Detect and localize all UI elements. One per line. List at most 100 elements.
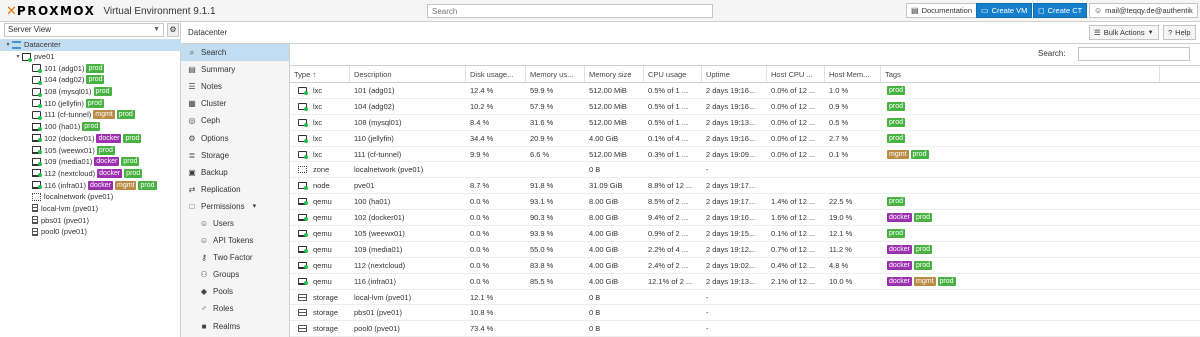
menu-item-users[interactable]: ☺ Users <box>181 215 289 232</box>
cell-hmem: 4.8 % <box>829 260 849 270</box>
user-icon: ☺ <box>199 218 209 228</box>
content-header: Datacenter ☰ Bulk Actions ▼ ? Help <box>181 22 1200 44</box>
chevron-down-icon[interactable]: ▾ <box>253 202 257 210</box>
tree-item[interactable]: pbs01 (pve01) <box>0 214 181 226</box>
tree-item[interactable]: 116 (infra01) docker mgmt prod <box>0 179 181 191</box>
menu-item-summary[interactable]: ▤ Summary <box>181 61 289 78</box>
menu-item-notes[interactable]: ☰ Notes <box>181 78 289 95</box>
network-zone-icon <box>32 192 41 201</box>
cell-uptime: 2 days 19:17... <box>706 197 756 207</box>
resource-tree-panel: Server View ▼ ⚙ ▾ Datacenter ▾ pve01 101 (ad… <box>0 22 181 337</box>
table-row[interactable]: lxc 111 (cf-tunnel) 9.9 % 6.6 % 512.00 MiB 0.… <box>290 147 1200 163</box>
cell-disk: 10.8 % <box>470 308 494 318</box>
cell-disk: 0.0 % <box>470 276 490 286</box>
tree-item[interactable]: ▾ Datacenter <box>0 39 181 51</box>
documentation-button[interactable]: ▤ Documentation <box>906 3 978 18</box>
menu-item-label: Two Factor <box>213 253 253 263</box>
table-row[interactable]: zone localnetwork (pve01) 0 B - <box>290 162 1200 179</box>
table-row[interactable]: lxc 108 (mysql01) 8.4 % 31.6 % 512.00 MiB 0.5… <box>290 115 1200 131</box>
tree-item[interactable]: ▾ pve01 <box>0 51 181 63</box>
menu-item-storage[interactable]: ≣ Storage <box>181 147 289 164</box>
menu-item-roles[interactable]: ♂ Roles <box>181 300 289 317</box>
tree-item[interactable]: 110 (jellyfin) prod <box>0 97 181 109</box>
tree-item[interactable]: 102 (docker01) docker prod <box>0 133 181 145</box>
column-header[interactable]: Tags <box>881 66 1160 82</box>
column-header[interactable]: Memory us... <box>526 66 585 82</box>
menu-item-replication[interactable]: ⇄ Replication <box>181 181 289 198</box>
table-row[interactable]: lxc 110 (jellyfin) 34.4 % 20.9 % 4.00 GiB 0.1… <box>290 131 1200 147</box>
table-row[interactable]: storage local-lvm (pve01) 12.1 % 0 B - <box>290 290 1200 306</box>
column-header[interactable]: Disk usage... <box>466 66 526 82</box>
menu-item-label: Summary <box>201 65 236 75</box>
table-row[interactable]: storage pool0 (pve01) 73.4 % 0 B - <box>290 321 1200 337</box>
tree-item[interactable]: pool0 (pve01) <box>0 226 181 238</box>
cell-desc: pool0 (pve01) <box>354 324 400 334</box>
tree-item[interactable]: 109 (media01) docker prod <box>0 156 181 168</box>
create-ct-button[interactable]: ◻ Create CT <box>1033 3 1088 18</box>
table-row[interactable]: lxc 104 (adg02) 10.2 % 57.9 % 512.00 MiB 0.5%… <box>290 99 1200 115</box>
menu-item-label: Realms <box>213 321 241 331</box>
create-vm-button[interactable]: ▭ Create VM <box>976 3 1033 18</box>
desktop-icon: ▭ <box>981 6 989 15</box>
tree-item[interactable]: 100 (ha01) prod <box>0 121 181 133</box>
user-tag-icon: ☺ <box>199 236 209 246</box>
collapse-icon[interactable]: ▾ <box>4 41 12 48</box>
column-header[interactable]: Type ↑ <box>290 66 350 82</box>
menu-item-cluster[interactable]: ▦ Cluster <box>181 95 289 112</box>
tag-docker: docker <box>96 133 122 143</box>
search-input[interactable] <box>1078 47 1190 61</box>
column-header[interactable]: Description <box>350 66 466 82</box>
cell-mem: 20.9 % <box>530 133 554 143</box>
tree-item[interactable]: 111 (cf-tunnel) mgmt prod <box>0 109 181 121</box>
cell-hmem <box>825 305 881 320</box>
global-search-input[interactable] <box>427 4 713 18</box>
table-row[interactable]: qemu 112 (nextcloud) 0.0 % 83.8 % 4.00 GiB 2.… <box>290 258 1200 274</box>
tree-item[interactable]: localnetwork (pve01) <box>0 191 181 203</box>
table-row[interactable]: node pve01 8.7 % 91.8 % 31.09 GiB 8.8% of 12 … <box>290 178 1200 195</box>
cell-memsize: 4.00 GiB <box>589 276 619 286</box>
cell-type-text: storage <box>313 324 339 334</box>
column-header[interactable]: Memory size <box>585 66 644 82</box>
gear-icon[interactable]: ⚙ <box>167 23 179 37</box>
table-row[interactable]: qemu 102 (docker01) 0.0 % 90.3 % 8.00 GiB 9.4… <box>290 210 1200 227</box>
unlock-icon: □ <box>189 201 195 211</box>
table-row[interactable]: qemu 116 (infra01) 0.0 % 85.5 % 4.00 GiB 12.1… <box>290 274 1200 290</box>
help-button[interactable]: ? Help <box>1163 25 1196 40</box>
menu-item-search[interactable]: ⌕ Search <box>181 44 289 62</box>
column-header[interactable]: Uptime <box>702 66 767 82</box>
menu-item-options[interactable]: ⚙ Options <box>181 129 289 146</box>
view-selector[interactable]: Server View ▼ <box>4 23 164 37</box>
table-row[interactable]: qemu 100 (ha01) 0.0 % 93.1 % 8.00 GiB 8.5% of… <box>290 194 1200 211</box>
column-header[interactable]: Host Mem... <box>825 66 881 82</box>
cell-hmem: 11.2 % <box>829 244 852 254</box>
menu-item-groups[interactable]: ⚇ Groups <box>181 266 289 283</box>
menu-item-realms[interactable]: ■ Realms <box>181 318 289 335</box>
table-row[interactable]: qemu 109 (media01) 0.0 % 55.0 % 4.00 GiB 2.2%… <box>290 242 1200 258</box>
bulk-actions-button[interactable]: ☰ Bulk Actions ▼ <box>1089 25 1159 40</box>
collapse-icon[interactable]: ▾ <box>14 53 22 60</box>
menu-item-permissions[interactable]: □ Permissions ▾ <box>181 198 289 215</box>
tree-item[interactable]: 105 (weewx01) prod <box>0 144 181 156</box>
column-header[interactable]: Host CPU ... <box>767 66 825 82</box>
tree-item[interactable]: 108 (mysql01) prod <box>0 86 181 98</box>
menu-item-ceph[interactable]: ◎ Ceph <box>181 112 289 129</box>
menu-item-two-factor[interactable]: ⚷ Two Factor <box>181 249 289 266</box>
table-row[interactable]: storage pbs01 (pve01) 10.8 % 0 B - <box>290 305 1200 322</box>
tree-item[interactable]: local-lvm (pve01) <box>0 203 181 215</box>
column-header[interactable]: CPU usage <box>644 66 702 82</box>
tree-item[interactable]: 101 (adg01) prod <box>0 62 181 74</box>
container-icon <box>32 64 42 74</box>
proxmox-logo[interactable]: ✕ PROXMOX Virtual Environment 9.1.1 <box>6 4 216 19</box>
menu-item-api-tokens[interactable]: ☺ API Tokens <box>181 232 289 249</box>
storage-icon <box>32 216 38 225</box>
tag-mgmt: mgmt <box>114 180 137 190</box>
user-menu-button[interactable]: ☺ mail@teqqy.de@authentik <box>1089 3 1198 18</box>
menu-item-backup[interactable]: ▣ Backup <box>181 164 289 181</box>
table-row[interactable]: lxc 101 (adg01) 12.4 % 59.9 % 512.00 MiB 0.5%… <box>290 83 1200 99</box>
cell-hcpu: 0.7% of 12 ... <box>771 244 816 254</box>
table-row[interactable]: qemu 105 (weewx01) 0.0 % 93.9 % 4.00 GiB 0.9%… <box>290 226 1200 242</box>
tree-item[interactable]: 112 (nextcloud) docker prod <box>0 168 181 180</box>
cell-memsize: 512.00 MiB <box>589 101 627 111</box>
menu-item-pools[interactable]: ◆ Pools <box>181 283 289 300</box>
tree-item[interactable]: 104 (adg02) prod <box>0 74 181 86</box>
